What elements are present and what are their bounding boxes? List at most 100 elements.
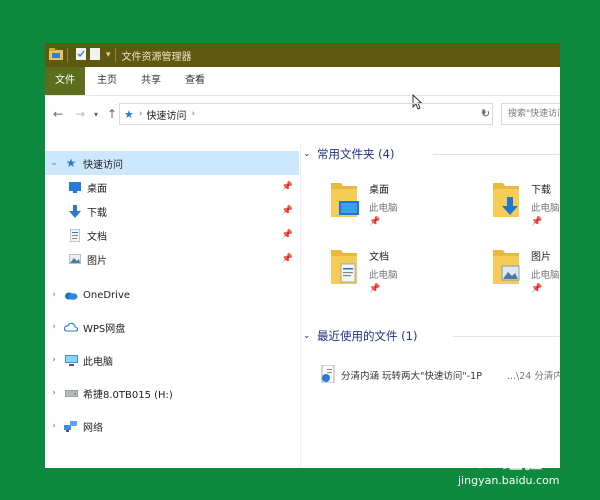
nav-item-downloads[interactable]: 下载 📌	[45, 199, 299, 223]
nav-label: 此电脑	[83, 356, 113, 368]
nav-item-desktop[interactable]: 桌面 📌	[45, 175, 299, 199]
recent-file-name: 分清内涵 玩转两大"快速访问"-1P	[341, 371, 482, 382]
folder-tile-pictures[interactable]: 图片 此电脑 📌	[491, 244, 560, 294]
pin-icon[interactable]: 📌	[369, 217, 398, 227]
refresh-icon[interactable]: ↻	[481, 107, 490, 120]
folder-name: 桌面	[369, 185, 389, 196]
pin-icon[interactable]: 📌	[282, 206, 293, 216]
nav-label: 网络	[83, 422, 103, 434]
pin-icon[interactable]: 📌	[282, 182, 293, 192]
chevron-right-icon[interactable]: ›	[47, 355, 61, 365]
star-icon: ★	[65, 156, 77, 170]
nav-label: 希捷8.0TB015 (H:)	[83, 389, 173, 401]
wps-cloud-icon	[63, 319, 79, 335]
nav-item-this-pc[interactable]: › 此电脑	[45, 348, 299, 372]
nav-item-wps-cloud[interactable]: › WPS网盘	[45, 315, 299, 339]
nav-item-pictures[interactable]: 图片 📌	[45, 247, 299, 271]
tab-share[interactable]: 共享	[129, 67, 173, 95]
forward-arrow-icon[interactable]: →	[69, 107, 91, 121]
desktop-folder-icon	[329, 177, 363, 221]
download-icon	[67, 203, 83, 219]
document-icon	[67, 227, 83, 243]
nav-label: 文档	[87, 231, 107, 243]
document-folder-icon	[329, 244, 363, 288]
divider	[453, 336, 560, 337]
address-row: ← → ▾ ↑ ★ › 快速访问 › ▾ ↻ 搜索"快速访问	[45, 99, 560, 129]
title-bar: ▾ 文件资源管理器	[45, 43, 560, 67]
drive-icon	[63, 385, 79, 401]
recent-locations-icon[interactable]: ▾	[91, 110, 101, 119]
nav-label: 快速访问	[83, 159, 123, 171]
pin-icon[interactable]: 📌	[282, 230, 293, 240]
pin-icon[interactable]: 📌	[282, 254, 293, 264]
picture-icon	[67, 251, 83, 267]
watermark-url: jingyan.baidu.com	[458, 474, 560, 487]
computer-icon	[63, 352, 79, 368]
desktop-icon	[67, 179, 83, 195]
recent-files-header[interactable]: ⌄ 最近使用的文件 (1)	[303, 326, 560, 346]
frequent-folders-header[interactable]: ⌄ 常用文件夹 (4)	[303, 144, 560, 164]
folder-tile-documents[interactable]: 文档 此电脑 📌	[329, 244, 398, 294]
breadcrumb-chevron-icon[interactable]: ›	[191, 109, 195, 119]
recent-file-path: ...\24 分清内涵	[507, 371, 560, 382]
nav-item-network[interactable]: › 网络	[45, 414, 299, 438]
nav-item-quick-access[interactable]: ⌄ ★ 快速访问	[45, 151, 299, 175]
folder-location: 此电脑	[369, 270, 398, 281]
tab-view[interactable]: 查看	[173, 67, 217, 95]
window-title: 文件资源管理器	[121, 51, 192, 63]
pin-icon[interactable]: 📌	[531, 217, 560, 227]
folder-app-icon[interactable]	[49, 47, 63, 63]
customize-toolbar-icon[interactable]: ▾	[106, 50, 111, 60]
star-icon: ★	[124, 107, 134, 121]
chevron-right-icon[interactable]: ›	[47, 421, 61, 431]
pin-icon[interactable]: 📌	[369, 284, 398, 294]
network-icon	[63, 418, 79, 434]
nav-label: OneDrive	[83, 289, 131, 301]
nav-label: WPS网盘	[83, 323, 126, 335]
folder-name: 文档	[369, 252, 389, 263]
separator	[67, 48, 68, 62]
folder-location: 此电脑	[531, 270, 560, 281]
chevron-down-icon[interactable]: ⌄	[47, 158, 61, 168]
chevron-down-icon[interactable]: ⌄	[303, 331, 317, 341]
section-title: 常用文件夹 (4)	[317, 147, 395, 161]
breadcrumb-chevron-icon[interactable]: ›	[139, 109, 143, 119]
nav-label: 桌面	[87, 183, 107, 195]
back-arrow-icon[interactable]: ←	[47, 107, 69, 121]
divider	[433, 154, 560, 155]
folder-name: 图片	[531, 252, 551, 263]
cloud-icon	[63, 287, 79, 303]
properties-icon[interactable]	[76, 47, 86, 63]
nav-label: 图片	[87, 255, 107, 267]
pptx-file-icon	[321, 364, 335, 386]
tab-file[interactable]: 文件	[45, 67, 85, 95]
breadcrumb-quick-access[interactable]: 快速访问	[146, 107, 186, 122]
baidu-jingyan-logo: Bai 经验	[430, 431, 570, 475]
download-folder-icon	[491, 177, 525, 221]
chevron-right-icon[interactable]: ›	[47, 388, 61, 398]
chevron-right-icon[interactable]: ›	[47, 290, 61, 300]
nav-item-onedrive[interactable]: › OneDrive	[45, 283, 299, 307]
watermark-text: Bai 经验	[460, 449, 543, 472]
ribbon-tabs: 文件 主页 共享 查看	[45, 67, 560, 110]
new-folder-icon[interactable]	[90, 47, 100, 63]
pin-icon[interactable]: 📌	[531, 284, 560, 294]
navigation-pane: ⌄ ★ 快速访问 桌面 📌 下载 📌 文档 📌 图片 📌 › OneDrive …	[45, 143, 301, 468]
recent-file-row[interactable]: 分清内涵 玩转两大"快速访问"-1P ...\24 分清内涵	[321, 363, 560, 387]
chevron-right-icon[interactable]: ›	[47, 322, 61, 332]
separator	[114, 48, 116, 62]
folder-location: 此电脑	[369, 203, 398, 214]
folder-tile-downloads[interactable]: 下载 此电脑 📌	[491, 177, 560, 227]
address-bar[interactable]: ★ › 快速访问 › ▾	[119, 103, 493, 125]
file-explorer-window: ▾ 文件资源管理器 文件 主页 共享 查看 ← → ▾ ↑ ★ › 快速访问 ›…	[45, 43, 560, 468]
nav-item-documents[interactable]: 文档 📌	[45, 223, 299, 247]
folder-tile-desktop[interactable]: 桌面 此电脑 📌	[329, 177, 398, 227]
nav-item-drive-h[interactable]: › 希捷8.0TB015 (H:)	[45, 381, 299, 405]
tab-home[interactable]: 主页	[85, 67, 129, 95]
folder-name: 下载	[531, 185, 551, 196]
nav-label: 下载	[87, 207, 107, 219]
chevron-down-icon[interactable]: ⌄	[303, 149, 317, 159]
search-input[interactable]: 搜索"快速访问	[501, 103, 560, 125]
folder-location: 此电脑	[531, 203, 560, 214]
section-title: 最近使用的文件 (1)	[317, 329, 418, 343]
